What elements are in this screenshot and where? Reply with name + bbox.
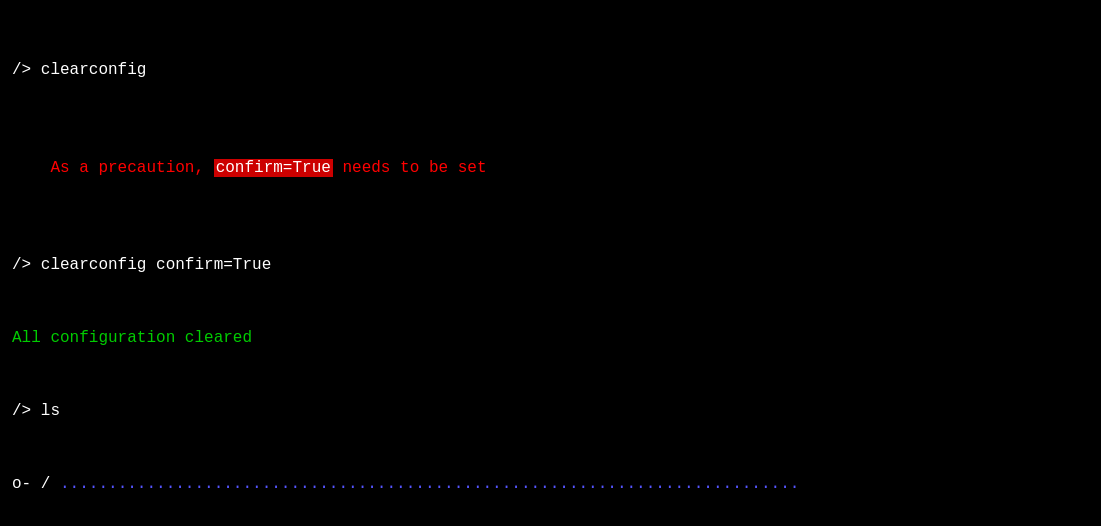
root-prefix: o- / bbox=[12, 475, 60, 493]
line-clearconfig: /> clearconfig bbox=[12, 58, 1089, 83]
line-warning: As a precaution, confirm=True needs to b… bbox=[12, 131, 1089, 205]
line-root: o- / ...................................… bbox=[12, 472, 1089, 497]
warning-prefix: As a precaution, bbox=[50, 159, 213, 177]
root-dots: ........................................… bbox=[60, 475, 799, 493]
warning-suffix: needs to be set bbox=[333, 159, 487, 177]
terminal-output: /> clearconfig As a precaution, confirm=… bbox=[12, 10, 1089, 526]
line-ls: /> ls bbox=[12, 399, 1089, 424]
line-clearconfig-confirm: /> clearconfig confirm=True bbox=[12, 253, 1089, 278]
warning-highlight: confirm=True bbox=[214, 159, 333, 177]
line-all-cleared: All configuration cleared bbox=[12, 326, 1089, 351]
